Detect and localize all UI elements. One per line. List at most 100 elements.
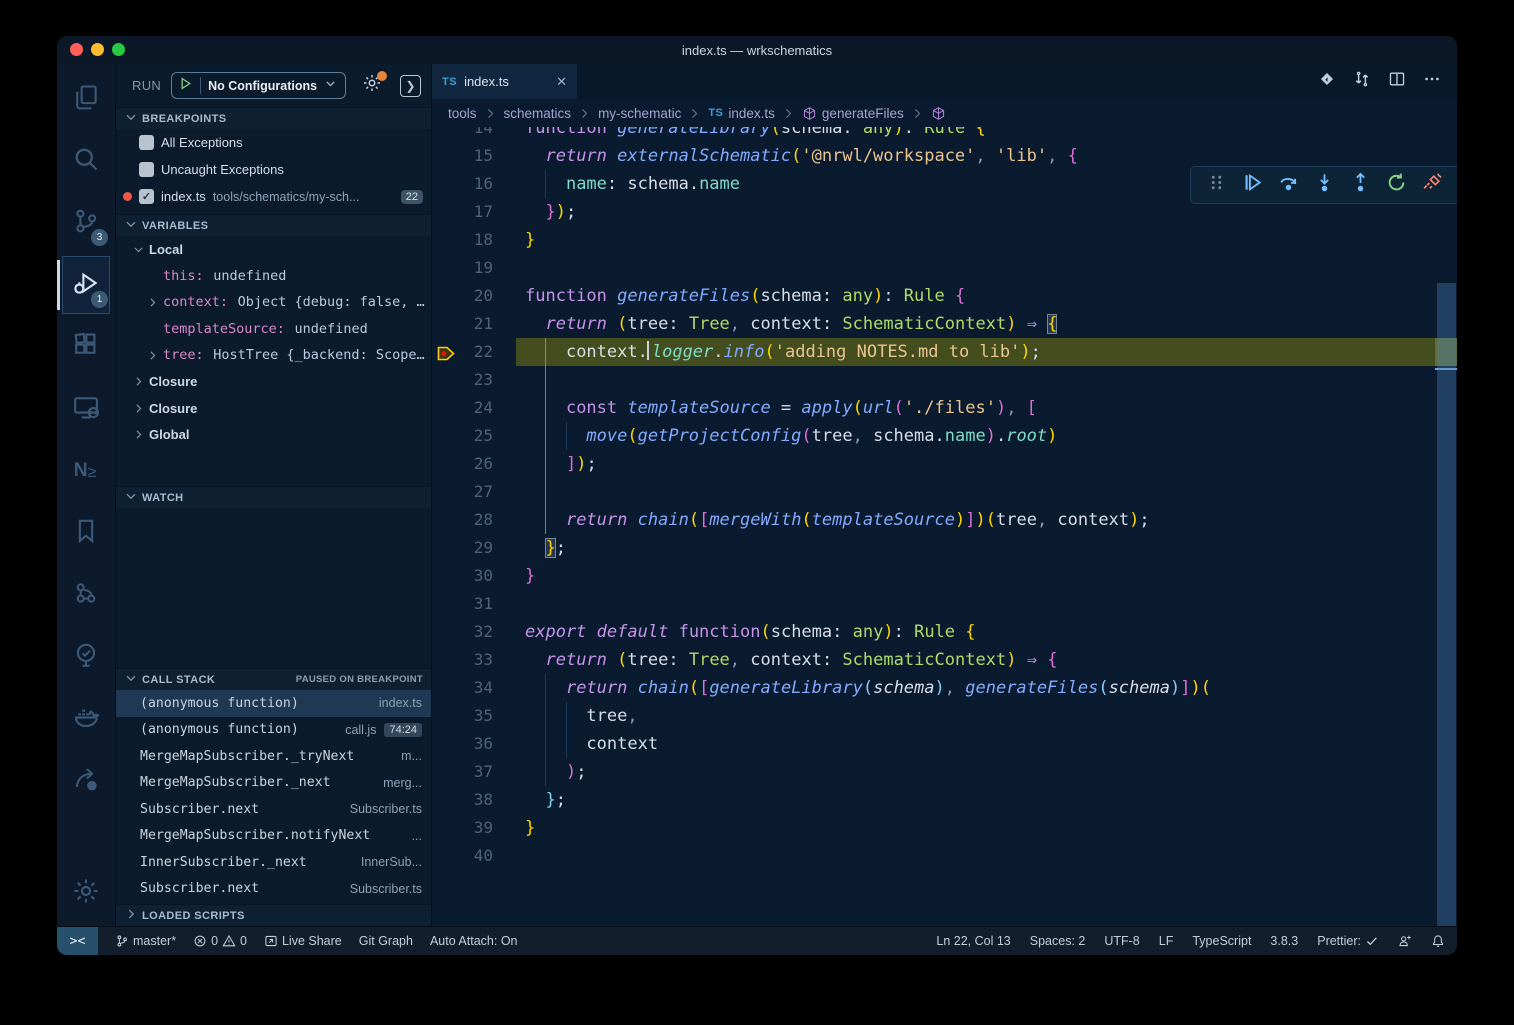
activity-item-manage[interactable] — [62, 864, 110, 922]
activity-item-bookmarks[interactable] — [62, 504, 110, 562]
code-line-30[interactable]: 30} — [432, 562, 1457, 590]
activity-item-search[interactable] — [62, 132, 110, 190]
activity-item-remote-explorer[interactable] — [62, 380, 110, 438]
variables-header[interactable]: VARIABLES — [116, 214, 431, 236]
call-stack-header[interactable]: CALL STACKPAUSED ON BREAKPOINT — [116, 668, 431, 690]
code-line-39[interactable]: 39} — [432, 814, 1457, 842]
watch-header[interactable]: WATCH — [116, 486, 431, 508]
split-editor-icon[interactable] — [1388, 70, 1406, 93]
activity-item-explorer[interactable] — [62, 70, 110, 128]
status-problems[interactable]: 00 — [193, 934, 247, 948]
status-encoding[interactable]: UTF-8 — [1104, 934, 1139, 948]
code-line-24[interactable]: 24 const templateSource = apply(url('./f… — [432, 394, 1457, 422]
breakpoint-row[interactable]: All Exceptions — [116, 129, 431, 156]
code-line-27[interactable]: 27 — [432, 478, 1457, 506]
activity-item-source-control[interactable]: 3 — [62, 194, 110, 252]
status-prettier[interactable]: Prettier: — [1317, 934, 1379, 948]
close-window-button[interactable] — [70, 43, 83, 56]
status-language-mode[interactable]: TypeScript — [1192, 934, 1251, 948]
breadcrumb-item[interactable]: generateFiles — [802, 106, 904, 121]
checkbox[interactable]: ✓ — [139, 189, 154, 204]
status-feedback[interactable] — [1398, 934, 1412, 948]
code-line-14[interactable]: 14function generateLibrary(schema: any):… — [432, 127, 1457, 142]
code-line-33[interactable]: 33 return (tree: Tree, context: Schemati… — [432, 646, 1457, 674]
chevron-right-icon[interactable] — [130, 402, 146, 415]
code-line-26[interactable]: 26 ]); — [432, 450, 1457, 478]
variable-row[interactable]: this: undefined — [116, 263, 431, 290]
code-line-38[interactable]: 38 }; — [432, 786, 1457, 814]
continue-button[interactable] — [1237, 170, 1267, 200]
checkbox[interactable] — [139, 162, 154, 177]
step-out-button[interactable] — [1345, 170, 1375, 200]
stack-frame-row[interactable]: InnerSubscriber._nextInnerSub... — [116, 849, 431, 876]
code-line-25[interactable]: 25 move(getProjectConfig(tree, schema.na… — [432, 422, 1457, 450]
activity-item-todo-tree[interactable] — [62, 628, 110, 686]
activity-item-extensions[interactable] — [62, 318, 110, 376]
status-live-share[interactable]: Live Share — [264, 934, 342, 948]
editor-scrollbar[interactable] — [1435, 127, 1457, 926]
chevron-right-icon[interactable] — [130, 428, 146, 441]
stack-frame-row[interactable]: MergeMapSubscriber._nextmerg... — [116, 770, 431, 797]
scope-row-closure[interactable]: Closure — [116, 395, 431, 422]
chevron-right-icon[interactable] — [130, 375, 146, 388]
status-auto-attach[interactable]: Auto Attach: On — [430, 934, 518, 948]
stack-frame-row[interactable]: MergeMapSubscriber._tryNextm... — [116, 743, 431, 770]
breadcrumb-item[interactable]: my-schematic — [598, 106, 681, 121]
checkbox[interactable] — [139, 135, 154, 150]
status-git-branch[interactable]: master* — [115, 934, 176, 948]
scrollbar-thumb[interactable] — [1437, 283, 1456, 926]
code-line-31[interactable]: 31 — [432, 590, 1457, 618]
breakpoints-header[interactable]: BREAKPOINTS — [116, 107, 431, 129]
diamond-icon[interactable] — [1318, 70, 1336, 93]
disconnect-button[interactable] — [1417, 170, 1447, 200]
breadcrumb-item[interactable] — [931, 106, 951, 121]
activity-item-run-and-debug[interactable]: 1 — [62, 256, 110, 314]
activity-item-docker[interactable] — [62, 690, 110, 748]
code-line-21[interactable]: 21 return (tree: Tree, context: Schemati… — [432, 310, 1457, 338]
activity-item-nx-console[interactable]: N≥ — [62, 442, 110, 500]
launch-configuration-dropdown[interactable]: No Configurations — [171, 72, 346, 99]
close-tab-icon[interactable]: ✕ — [556, 74, 567, 90]
code-line-37[interactable]: 37 ); — [432, 758, 1457, 786]
loaded-scripts-header[interactable]: LOADED SCRIPTS — [116, 904, 431, 926]
variable-row[interactable]: context: Object {debug: false, en… — [116, 289, 431, 316]
scope-row-global[interactable]: Global — [116, 422, 431, 449]
status-indentation[interactable]: Spaces: 2 — [1030, 934, 1086, 948]
stack-frame-row[interactable]: Subscriber.nextSubscriber.ts — [116, 876, 431, 903]
breakpoint-row[interactable]: ✓index.tstools/schematics/my-sch...22 — [116, 183, 431, 210]
more-actions-icon[interactable] — [1423, 70, 1441, 93]
code-line-29[interactable]: 29 }; — [432, 534, 1457, 562]
scope-row-closure[interactable]: Closure — [116, 369, 431, 396]
code-line-32[interactable]: 32export default function(schema: any): … — [432, 618, 1457, 646]
stack-frame-row[interactable]: (anonymous function)call.js74:24 — [116, 717, 431, 744]
code-line-34[interactable]: 34 return chain([generateLibrary(schema)… — [432, 674, 1457, 702]
step-into-button[interactable] — [1309, 170, 1339, 200]
breadcrumb-item[interactable]: TSindex.ts — [708, 106, 775, 121]
activity-item-share[interactable] — [62, 752, 110, 810]
drag-handle-button[interactable] — [1201, 170, 1231, 200]
status-git-graph[interactable]: Git Graph — [359, 934, 413, 948]
breakpoint-row[interactable]: Uncaught Exceptions — [116, 156, 431, 183]
minimize-window-button[interactable] — [91, 43, 104, 56]
debug-console-button[interactable]: ❯ — [400, 75, 421, 97]
code-line-22[interactable]: 22 context.logger.info('adding NOTES.md … — [432, 338, 1457, 366]
status-ts-version[interactable]: 3.8.3 — [1270, 934, 1298, 948]
status-notifications[interactable] — [1431, 934, 1445, 948]
code-line-40[interactable]: 40 — [432, 842, 1457, 870]
code-line-20[interactable]: 20function generateFiles(schema: any): R… — [432, 282, 1457, 310]
swap-arrows-icon[interactable] — [1353, 70, 1371, 93]
breadcrumb-item[interactable]: schematics — [504, 106, 572, 121]
code-line-19[interactable]: 19 — [432, 254, 1457, 282]
code-line-28[interactable]: 28 return chain([mergeWith(templateSourc… — [432, 506, 1457, 534]
tab-index-ts[interactable]: TS index.ts ✕ — [432, 64, 577, 99]
stack-frame-row[interactable]: (anonymous function)index.ts — [116, 690, 431, 717]
restart-button[interactable] — [1381, 170, 1411, 200]
chevron-down-icon[interactable] — [130, 243, 146, 256]
remote-indicator[interactable]: >< — [57, 927, 98, 955]
start-debug-icon[interactable] — [178, 76, 193, 96]
scope-row-local[interactable]: Local — [116, 236, 431, 263]
stack-frame-row[interactable]: MergeMapSubscriber.notifyNext... — [116, 823, 431, 850]
variable-row[interactable]: tree: HostTree {_backend: ScopedH… — [116, 342, 431, 369]
status-cursor-position[interactable]: Ln 22, Col 13 — [936, 934, 1010, 948]
activity-item-git-graph[interactable] — [62, 566, 110, 624]
